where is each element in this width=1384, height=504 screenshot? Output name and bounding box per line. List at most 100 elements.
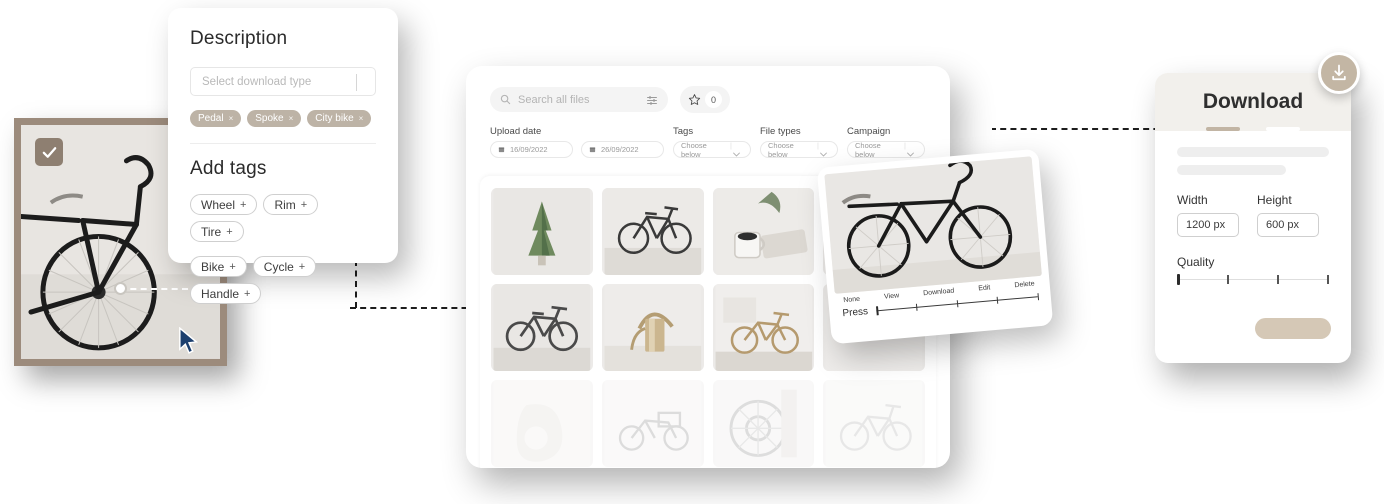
slider-tick: [956, 300, 959, 308]
remove-tag-icon[interactable]: ×: [229, 114, 234, 123]
coffee-cup-magazine-thumb: [715, 188, 812, 275]
plus-icon[interactable]: +: [244, 288, 250, 300]
thumbnail-item[interactable]: [712, 188, 815, 275]
width-input[interactable]: 1200 px: [1177, 213, 1239, 237]
tick-label-none[interactable]: None: [843, 296, 860, 304]
remove-tag-icon[interactable]: ×: [359, 114, 364, 123]
download-icon: [1332, 64, 1346, 81]
slider-thumb[interactable]: [875, 306, 879, 316]
campaign-select[interactable]: Choose below |: [847, 141, 925, 159]
thumbnail-item[interactable]: [823, 380, 925, 467]
white-bicycle-wall-thumb: [604, 188, 701, 275]
select-end: |: [730, 141, 743, 159]
favorites-badge[interactable]: 0: [680, 86, 730, 113]
add-tag-chip[interactable]: Cycle +: [252, 256, 317, 277]
tag-label: Pedal: [198, 113, 224, 124]
tick-label-delete[interactable]: Delete: [1014, 280, 1035, 289]
add-tag-chip[interactable]: Tire +: [190, 221, 244, 242]
thumbnail-item[interactable]: [491, 284, 593, 371]
tag-label: City bike: [315, 113, 354, 124]
add-tag-chip[interactable]: Rim +: [263, 194, 319, 215]
check-icon: [42, 146, 56, 158]
filter-tags: Tags Choose below |: [673, 126, 751, 159]
chevron-down-icon[interactable]: [733, 152, 740, 157]
width-field-group: Width 1200 px: [1177, 193, 1239, 237]
tag-chip[interactable]: Spoke ×: [247, 110, 302, 127]
download-type-input[interactable]: Select download type: [190, 67, 376, 96]
select-end: |: [817, 141, 830, 159]
plus-icon[interactable]: +: [226, 226, 232, 238]
brass-watering-can-thumb: [604, 284, 701, 371]
image-detail-card[interactable]: None View Download Edit Delete Press: [816, 148, 1054, 345]
file-types-select[interactable]: Choose below |: [760, 140, 838, 159]
tick-label-view[interactable]: View: [884, 292, 900, 300]
thumbnail-item[interactable]: [601, 380, 704, 467]
cursor-arrow-icon: [179, 327, 199, 354]
quality-slider-thumb[interactable]: [1177, 274, 1180, 285]
width-value: 1200 px: [1186, 219, 1226, 231]
chevron-down-icon[interactable]: [907, 152, 914, 157]
chevron-down-icon[interactable]: [820, 152, 827, 157]
dimensions-row: Width 1200 px Height 600 px: [1177, 193, 1329, 237]
file-types-select-value: Choose below: [768, 140, 794, 159]
download-type-placeholder: Select download type: [202, 75, 312, 88]
bike-against-wall-thumb: [715, 284, 812, 371]
tag-chip[interactable]: Pedal ×: [190, 110, 242, 127]
select-separator: |: [817, 140, 819, 150]
height-input[interactable]: 600 px: [1257, 213, 1319, 237]
quality-tick: [1327, 275, 1329, 284]
thumbnail-item[interactable]: [601, 284, 704, 371]
date-to-input[interactable]: 26/09/2022: [581, 141, 664, 158]
thumbnail-item[interactable]: [491, 380, 593, 467]
conifer-plant-thumb: [493, 188, 591, 275]
plus-icon[interactable]: +: [229, 261, 235, 273]
grey-road-bike-thumb: [493, 284, 591, 371]
white-vase-thumb: [493, 380, 591, 467]
plus-icon[interactable]: +: [240, 199, 246, 211]
slider-tick: [1037, 293, 1040, 301]
filter-upload-date: Upload date 16/09/2022 26/09/2022: [490, 126, 664, 158]
thumbnail-item[interactable]: [712, 284, 815, 371]
add-tag-chip[interactable]: Handle +: [190, 283, 262, 304]
height-value: 600 px: [1266, 219, 1300, 231]
section-divider: [190, 143, 376, 144]
add-tag-label: Bike: [201, 259, 225, 274]
thumbnail-item[interactable]: [712, 380, 815, 467]
skeleton-line: [1177, 147, 1329, 157]
add-tags-row-1: Wheel + Rim + Tire +: [190, 194, 376, 242]
date-to-value: 26/09/2022: [601, 145, 639, 154]
date-from-value: 16/09/2022: [510, 145, 548, 154]
thumbnail-item[interactable]: [491, 188, 593, 275]
add-tag-chip[interactable]: Bike +: [190, 256, 247, 277]
description-title: Description: [190, 28, 288, 49]
download-confirm-button[interactable]: [1255, 318, 1331, 339]
height-field-group: Height 600 px: [1257, 193, 1319, 237]
tick-label-download[interactable]: Download: [923, 288, 955, 298]
search-row: Search all files 0: [490, 86, 926, 113]
tag-chip[interactable]: City bike ×: [307, 110, 372, 127]
search-placeholder: Search all files: [518, 93, 590, 106]
select-checkbox[interactable]: [35, 138, 63, 166]
add-tag-chip[interactable]: Wheel +: [190, 194, 258, 215]
cargo-bike-thumb: [604, 380, 701, 467]
tag-label: Spoke: [255, 113, 284, 124]
tab-idle-indicator[interactable]: [1266, 127, 1300, 131]
search-icon: [500, 94, 511, 105]
plus-icon[interactable]: +: [299, 261, 305, 273]
thumbnail-item[interactable]: [601, 188, 704, 275]
sliders-icon[interactable]: [646, 94, 658, 106]
download-badge[interactable]: [1318, 52, 1360, 94]
quality-slider[interactable]: [1177, 274, 1329, 285]
connector-node-left: [114, 282, 127, 295]
plus-icon[interactable]: +: [301, 199, 307, 211]
tick-label-edit[interactable]: Edit: [978, 284, 991, 292]
filter-label: Upload date: [490, 126, 542, 137]
tags-select[interactable]: Choose below |: [673, 141, 751, 159]
search-input[interactable]: Search all files: [490, 87, 668, 112]
date-from-input[interactable]: 16/09/2022: [490, 141, 573, 158]
height-label: Height: [1257, 193, 1292, 207]
tab-active-indicator[interactable]: [1206, 127, 1240, 131]
remove-tag-icon[interactable]: ×: [289, 114, 294, 123]
select-separator: |: [730, 140, 732, 150]
add-tag-label: Wheel: [201, 197, 236, 212]
